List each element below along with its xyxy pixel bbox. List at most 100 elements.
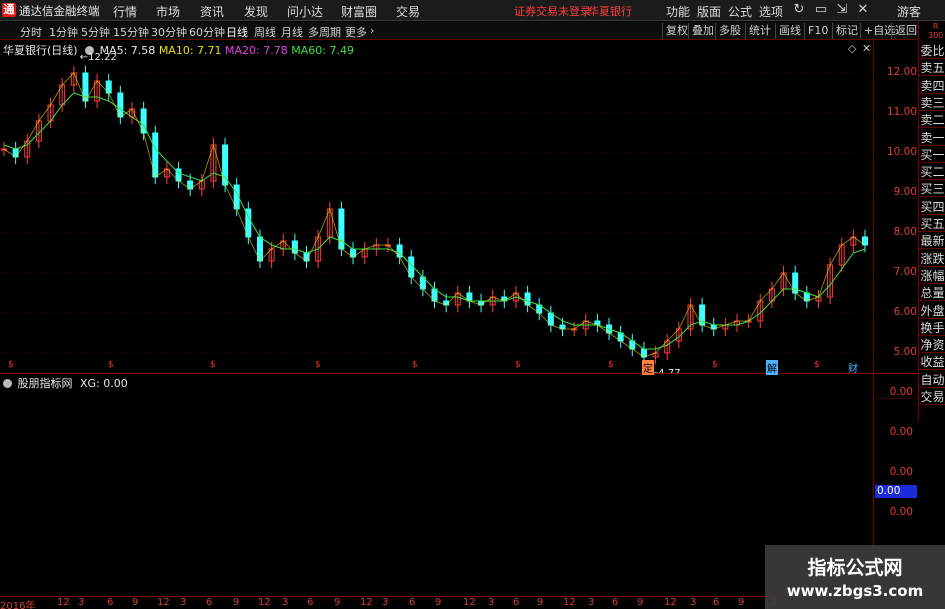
- time-tick: 12: [360, 597, 373, 608]
- adjust-button[interactable]: 复权: [662, 23, 691, 39]
- time-tick: 3: [78, 597, 85, 608]
- event-marker[interactable]: $: [608, 360, 614, 370]
- tab-daily[interactable]: 日线: [226, 24, 248, 40]
- time-tick: 3: [382, 597, 389, 608]
- stats-button[interactable]: 统计: [745, 23, 774, 39]
- price-tick: 9.00: [893, 186, 917, 198]
- menu-gongneng[interactable]: 功能: [666, 3, 690, 20]
- time-tick: 9: [334, 597, 341, 608]
- menu-hangqing[interactable]: 行情: [113, 3, 137, 20]
- more-chevron-icon[interactable]: ›: [370, 24, 374, 37]
- price-tick: 10.00: [886, 146, 917, 158]
- indicator-tick: 0.00: [889, 466, 913, 478]
- trade-login-warning[interactable]: 证券交易未登录: [514, 3, 591, 19]
- event-marker[interactable]: $: [108, 360, 114, 370]
- side-item-17: 净资: [919, 338, 945, 354]
- menu-xuanxiang[interactable]: 选项: [759, 3, 783, 20]
- time-tick: 12: [57, 597, 70, 608]
- menu-bar: 通 通达信金融终端 行情 市场 资讯 发现 问小达 财富圈 交易 证券交易未登录…: [0, 0, 945, 21]
- tab-30min[interactable]: 30分钟: [151, 24, 187, 40]
- side-item-13: 涨幅: [919, 268, 945, 284]
- main-kline-chart[interactable]: 华夏银行(日线) MA5: 7.58 MA10: 7.71 MA20: 7.78…: [0, 41, 873, 373]
- time-tick: 6: [713, 597, 720, 608]
- resize-icon[interactable]: ⇲: [833, 1, 851, 19]
- time-tick: 12: [157, 597, 170, 608]
- tab-weekly[interactable]: 周线: [254, 24, 276, 40]
- high-price-label: ←12.22: [80, 52, 117, 63]
- time-tick: 6: [409, 597, 416, 608]
- menu-gongshi[interactable]: 公式: [728, 3, 752, 20]
- side-item-11: 最新: [919, 234, 945, 250]
- refresh-icon[interactable]: ↻: [790, 1, 808, 19]
- time-tick: 12: [463, 597, 476, 608]
- tab-5min[interactable]: 5分钟: [81, 24, 110, 40]
- multi-stock-button[interactable]: 多股: [715, 23, 744, 39]
- side-item-14: 总量: [919, 286, 945, 302]
- indicator-pane-settings-icon[interactable]: [3, 379, 12, 388]
- event-marker[interactable]: $: [315, 360, 321, 370]
- price-tick: 11.00: [886, 106, 917, 118]
- indicator-tick: 0.00: [889, 506, 913, 518]
- time-tick: 3: [588, 597, 595, 608]
- menu-faxian[interactable]: 发现: [244, 3, 268, 20]
- menu-shichang[interactable]: 市场: [156, 3, 180, 20]
- menu-zixun[interactable]: 资讯: [200, 3, 224, 20]
- time-tick: 12: [664, 597, 677, 608]
- indicator-name: 股朋指标网: [17, 377, 73, 390]
- event-marker[interactable]: $: [412, 360, 418, 370]
- menu-banmian[interactable]: 版面: [697, 3, 721, 20]
- side-item-1: 卖五: [919, 61, 945, 77]
- event-cai-marker[interactable]: 财: [848, 360, 858, 375]
- tab-60min[interactable]: 60分钟: [189, 24, 225, 40]
- tab-15min[interactable]: 15分钟: [113, 24, 149, 40]
- side-item-9: 买四: [919, 199, 945, 215]
- close-icon[interactable]: ✕: [854, 1, 872, 19]
- ma10-line: [3, 72, 866, 358]
- side-item-10: 买五: [919, 217, 945, 232]
- event-marker[interactable]: $: [712, 360, 718, 370]
- time-tick: 12: [563, 597, 576, 608]
- time-tick: 6: [206, 597, 213, 608]
- indicator-pane[interactable]: 股朋指标网 XG: 0.00: [0, 374, 873, 596]
- event-marker[interactable]: $: [8, 360, 14, 370]
- back-button[interactable]: 返回: [891, 23, 920, 39]
- event-ding-marker[interactable]: 定: [642, 360, 654, 375]
- price-tick: 8.00: [893, 226, 917, 238]
- menu-caifuquan[interactable]: 财富圈: [341, 3, 377, 20]
- time-tick: 3: [180, 597, 187, 608]
- menu-wenxiaoda[interactable]: 问小达: [287, 3, 323, 20]
- kline-plot: ←12.22←4.77: [0, 52, 873, 373]
- side-item-12: 涨跌: [919, 251, 945, 267]
- time-tick: 9: [637, 597, 644, 608]
- guest-label[interactable]: 游客: [897, 3, 921, 20]
- side-item-20[interactable]: 交易: [919, 389, 945, 405]
- watermark-url: www.zbgs3.com: [786, 582, 924, 600]
- indicator-legend: 股朋指标网 XG: 0.00: [3, 375, 128, 391]
- mark-button[interactable]: 标记: [832, 23, 861, 39]
- time-tick: 9: [132, 597, 139, 608]
- side-header-r-icon[interactable]: R 300: [928, 22, 943, 40]
- event-jie-marker[interactable]: 解: [766, 360, 778, 375]
- app-title: 通达信金融终端: [19, 4, 100, 18]
- price-tick: 12.00: [886, 66, 917, 78]
- event-marker[interactable]: $: [814, 360, 820, 370]
- draw-line-button[interactable]: 画线: [775, 23, 804, 39]
- time-tick: 6: [107, 597, 114, 608]
- event-marker[interactable]: $: [210, 360, 216, 370]
- tab-multi-period[interactable]: 多周期: [308, 24, 341, 40]
- side-item-19[interactable]: 自动: [919, 372, 945, 388]
- time-tick: 9: [435, 597, 442, 608]
- overlay-button[interactable]: 叠加: [688, 23, 717, 39]
- side-item-18: 收益: [919, 355, 945, 371]
- event-marker[interactable]: $: [515, 360, 521, 370]
- tab-1min[interactable]: 1分钟: [49, 24, 78, 40]
- tab-more[interactable]: 更多: [345, 24, 367, 40]
- app-logo-icon: 通: [2, 3, 16, 17]
- tab-fenshi[interactable]: 分时: [20, 24, 42, 40]
- indicator-xg-value: XG: 0.00: [80, 377, 128, 390]
- menu-jiaoyi[interactable]: 交易: [396, 3, 420, 20]
- menubar-stock-name: 华夏银行: [588, 5, 632, 18]
- f10-button[interactable]: F10: [804, 23, 831, 39]
- minimize-icon[interactable]: ▭: [812, 1, 830, 19]
- tab-monthly[interactable]: 月线: [281, 24, 303, 40]
